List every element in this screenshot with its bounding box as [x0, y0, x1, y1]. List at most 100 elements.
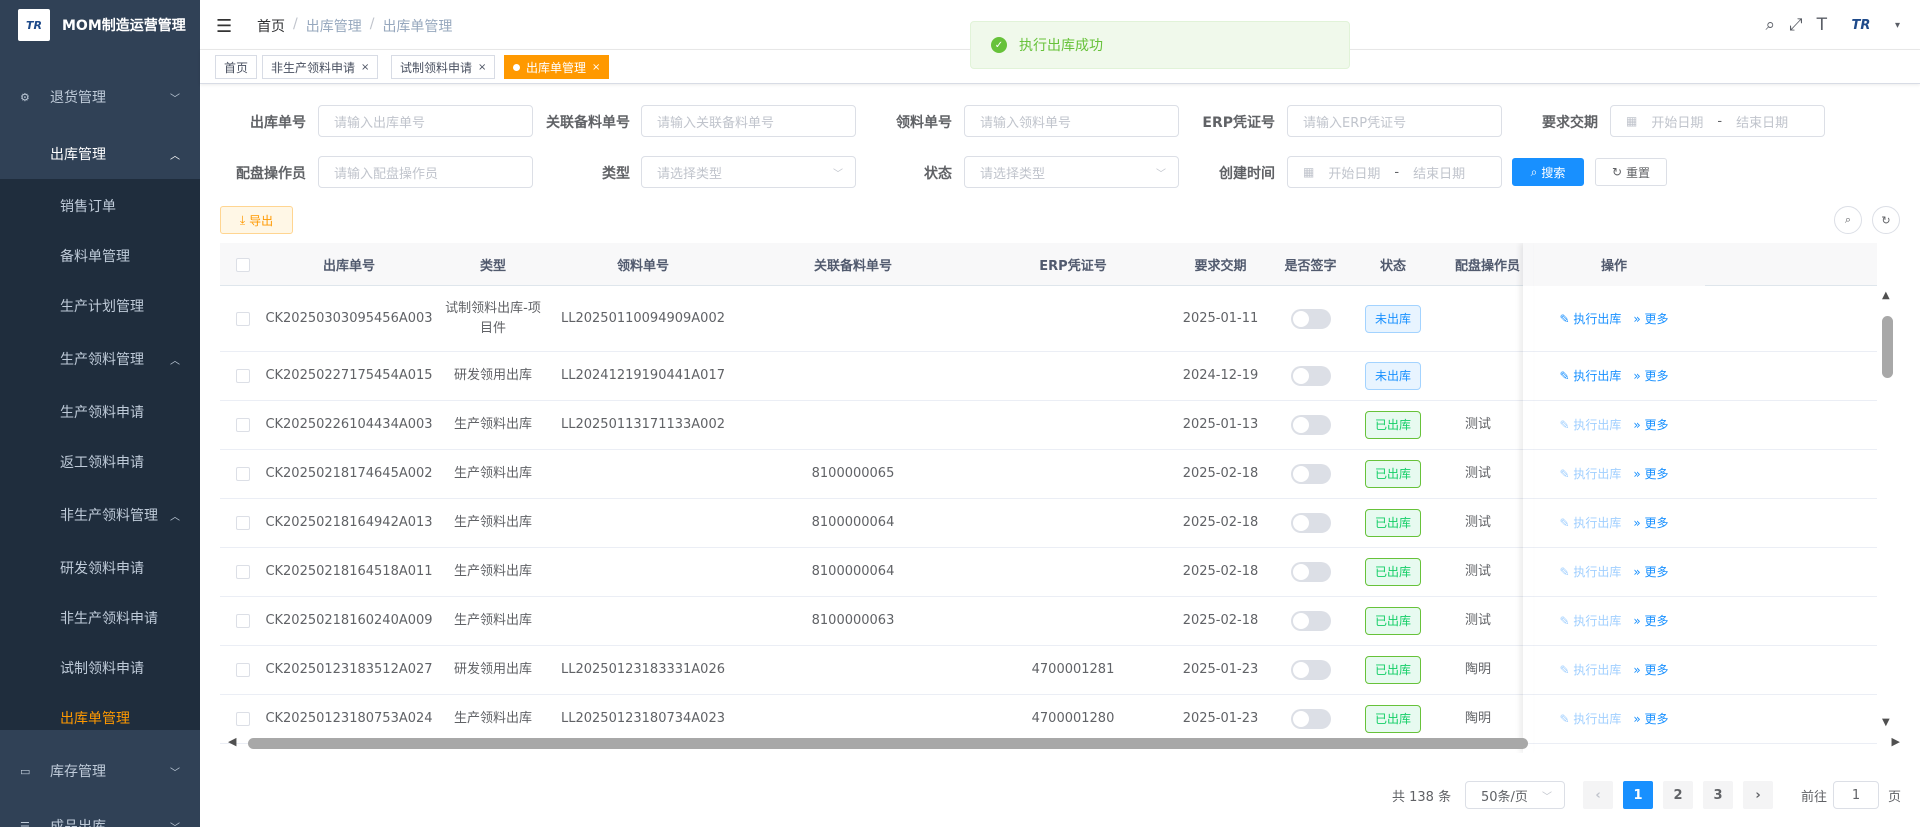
- more-link[interactable]: » 更多: [1633, 562, 1668, 582]
- execute-outbound-link[interactable]: ✎ 执行出库: [1559, 660, 1621, 680]
- vertical-scroll-thumb[interactable]: [1882, 316, 1893, 378]
- fullscreen-icon[interactable]: ⤢: [1789, 15, 1803, 35]
- status-select[interactable]: 请选择类型 ﹀: [964, 156, 1179, 188]
- row-checkbox[interactable]: [235, 418, 250, 432]
- signed-switch[interactable]: [1290, 513, 1331, 533]
- reset-button[interactable]: ↻ 重置: [1595, 158, 1667, 186]
- tab-nonproduction-apply[interactable]: 非生产领料申请 ×: [262, 55, 379, 79]
- row-checkbox[interactable]: [235, 516, 250, 530]
- tab-outbound-order[interactable]: 出库单管理 ×: [504, 55, 610, 79]
- select-all-checkbox[interactable]: [235, 257, 250, 272]
- caret-down-icon[interactable]: ▾: [1895, 20, 1900, 31]
- scroll-up-icon[interactable]: ▲: [1882, 290, 1890, 301]
- page-1-button[interactable]: 1: [1623, 781, 1653, 809]
- sidebar-item-returns[interactable]: ⚙ 退货管理 ﹀: [0, 72, 200, 122]
- cell-due-date: 2025-02-18: [1173, 450, 1268, 498]
- next-page-button[interactable]: ›: [1743, 781, 1773, 809]
- sidebar-item-rework-picking[interactable]: 返工领料申请: [0, 437, 200, 487]
- due-date-range[interactable]: ▦ 开始日期 - 结束日期: [1610, 105, 1825, 137]
- page-size-select[interactable]: 50条/页 ﹀: [1465, 781, 1565, 809]
- signed-switch[interactable]: [1290, 709, 1331, 729]
- more-link[interactable]: » 更多: [1633, 611, 1668, 631]
- pick-no-input[interactable]: 请输入领料单号: [964, 105, 1179, 137]
- sidebar-item-prep-order[interactable]: 备料单管理: [0, 231, 200, 281]
- close-icon[interactable]: ×: [592, 62, 600, 73]
- more-link[interactable]: » 更多: [1633, 309, 1668, 329]
- sidebar-item-nonproduction-picking[interactable]: 非生产领料管理 ︿: [0, 490, 200, 540]
- execute-outbound-link[interactable]: ✎ 执行出库: [1559, 513, 1621, 533]
- goto-page-input[interactable]: 1: [1833, 781, 1879, 809]
- close-icon[interactable]: ×: [478, 62, 486, 73]
- font-size-icon[interactable]: T: [1817, 15, 1827, 35]
- signed-switch[interactable]: [1290, 562, 1331, 582]
- execute-outbound-link[interactable]: ✎ 执行出库: [1559, 464, 1621, 484]
- filter-label-type: 类型: [602, 166, 630, 182]
- row-checkbox[interactable]: [235, 663, 250, 677]
- refresh-button[interactable]: ↻: [1872, 206, 1900, 234]
- execute-outbound-link[interactable]: ✎ 执行出库: [1559, 415, 1621, 435]
- avatar[interactable]: TR: [1841, 13, 1881, 37]
- execute-outbound-link[interactable]: ✎ 执行出库: [1559, 366, 1621, 386]
- sidebar-item-outbound-order[interactable]: 出库单管理: [0, 693, 200, 743]
- signed-switch[interactable]: [1290, 464, 1331, 484]
- row-checkbox[interactable]: [235, 311, 250, 326]
- success-message: ✓ 执行出库成功: [970, 21, 1350, 69]
- prep-no-input[interactable]: 请输入关联备料单号: [641, 105, 856, 137]
- signed-switch[interactable]: [1290, 611, 1331, 631]
- search-button[interactable]: ⌕ 搜索: [1512, 158, 1584, 186]
- sidebar-item-production-picking-apply[interactable]: 生产领料申请: [0, 387, 200, 437]
- execute-outbound-link[interactable]: ✎ 执行出库: [1559, 562, 1621, 582]
- horizontal-scrollbar[interactable]: ◀ ▶: [220, 735, 1900, 751]
- operator-input[interactable]: 请输入配盘操作员: [318, 156, 533, 188]
- signed-switch[interactable]: [1290, 415, 1331, 435]
- outbound-no-input[interactable]: 请输入出库单号: [318, 105, 533, 137]
- more-link[interactable]: » 更多: [1633, 709, 1668, 729]
- sidebar-item-finished-outbound[interactable]: ☰成品出库﹀: [0, 801, 200, 827]
- sidebar-item-sales-order[interactable]: 销售订单: [0, 181, 200, 231]
- search-icon[interactable]: ⌕: [1765, 15, 1775, 35]
- tab-home[interactable]: 首页: [215, 55, 258, 79]
- erp-input[interactable]: 请输入ERP凭证号: [1287, 105, 1502, 137]
- more-link[interactable]: » 更多: [1633, 464, 1668, 484]
- sidebar-item-production-picking[interactable]: 生产领料管理 ︿: [0, 334, 200, 384]
- cell-type: 生产领料出库: [433, 401, 553, 449]
- page-3-button[interactable]: 3: [1703, 781, 1733, 809]
- signed-switch[interactable]: [1290, 308, 1331, 329]
- created-date-range[interactable]: ▦ 开始日期 - 结束日期: [1287, 156, 1502, 188]
- sidebar-item-outbound[interactable]: 出库管理 ︿: [0, 129, 200, 179]
- scroll-down-icon[interactable]: ▼: [1882, 717, 1890, 728]
- row-checkbox[interactable]: [235, 369, 250, 383]
- toggle-search-button[interactable]: ⌕: [1834, 206, 1862, 234]
- execute-outbound-link[interactable]: ✎ 执行出库: [1559, 709, 1621, 729]
- vertical-scrollbar[interactable]: ▲ ▼: [1880, 290, 1896, 728]
- sidebar-item-production-plan[interactable]: 生产计划管理: [0, 281, 200, 331]
- horizontal-scroll-thumb[interactable]: [248, 738, 1528, 749]
- sidebar-item-trial-picking[interactable]: 试制领料申请: [0, 643, 200, 693]
- row-checkbox[interactable]: [235, 614, 250, 628]
- signed-switch[interactable]: [1290, 366, 1331, 386]
- scroll-left-icon[interactable]: ◀: [228, 735, 236, 748]
- more-link[interactable]: » 更多: [1633, 366, 1668, 386]
- execute-outbound-link[interactable]: ✎ 执行出库: [1559, 309, 1621, 329]
- row-checkbox[interactable]: [235, 467, 250, 481]
- prev-page-button[interactable]: ‹: [1583, 781, 1613, 809]
- row-checkbox[interactable]: [235, 712, 250, 726]
- execute-outbound-link[interactable]: ✎ 执行出库: [1559, 611, 1621, 631]
- sidebar-item-nonproduction-apply[interactable]: 非生产领料申请: [0, 593, 200, 643]
- sidebar-item-rd-picking[interactable]: 研发领料申请: [0, 543, 200, 593]
- more-link[interactable]: » 更多: [1633, 415, 1668, 435]
- signed-switch[interactable]: [1290, 660, 1331, 680]
- more-link[interactable]: » 更多: [1633, 513, 1668, 533]
- page-2-button[interactable]: 2: [1663, 781, 1693, 809]
- hamburger-icon[interactable]: ☰: [216, 16, 232, 37]
- scroll-right-icon[interactable]: ▶: [1892, 735, 1900, 748]
- close-icon[interactable]: ×: [361, 62, 369, 73]
- cell-pick-no: [553, 499, 733, 547]
- export-button[interactable]: ⤓ 导出: [220, 206, 293, 234]
- type-select[interactable]: 请选择类型 ﹀: [641, 156, 856, 188]
- tab-trial-picking[interactable]: 试制领料申请 ×: [391, 55, 496, 79]
- breadcrumb-home[interactable]: 首页: [257, 16, 285, 36]
- more-link[interactable]: » 更多: [1633, 660, 1668, 680]
- sidebar-item-inventory[interactable]: ▭ 库存管理 ﹀: [0, 746, 200, 796]
- row-checkbox[interactable]: [235, 565, 250, 579]
